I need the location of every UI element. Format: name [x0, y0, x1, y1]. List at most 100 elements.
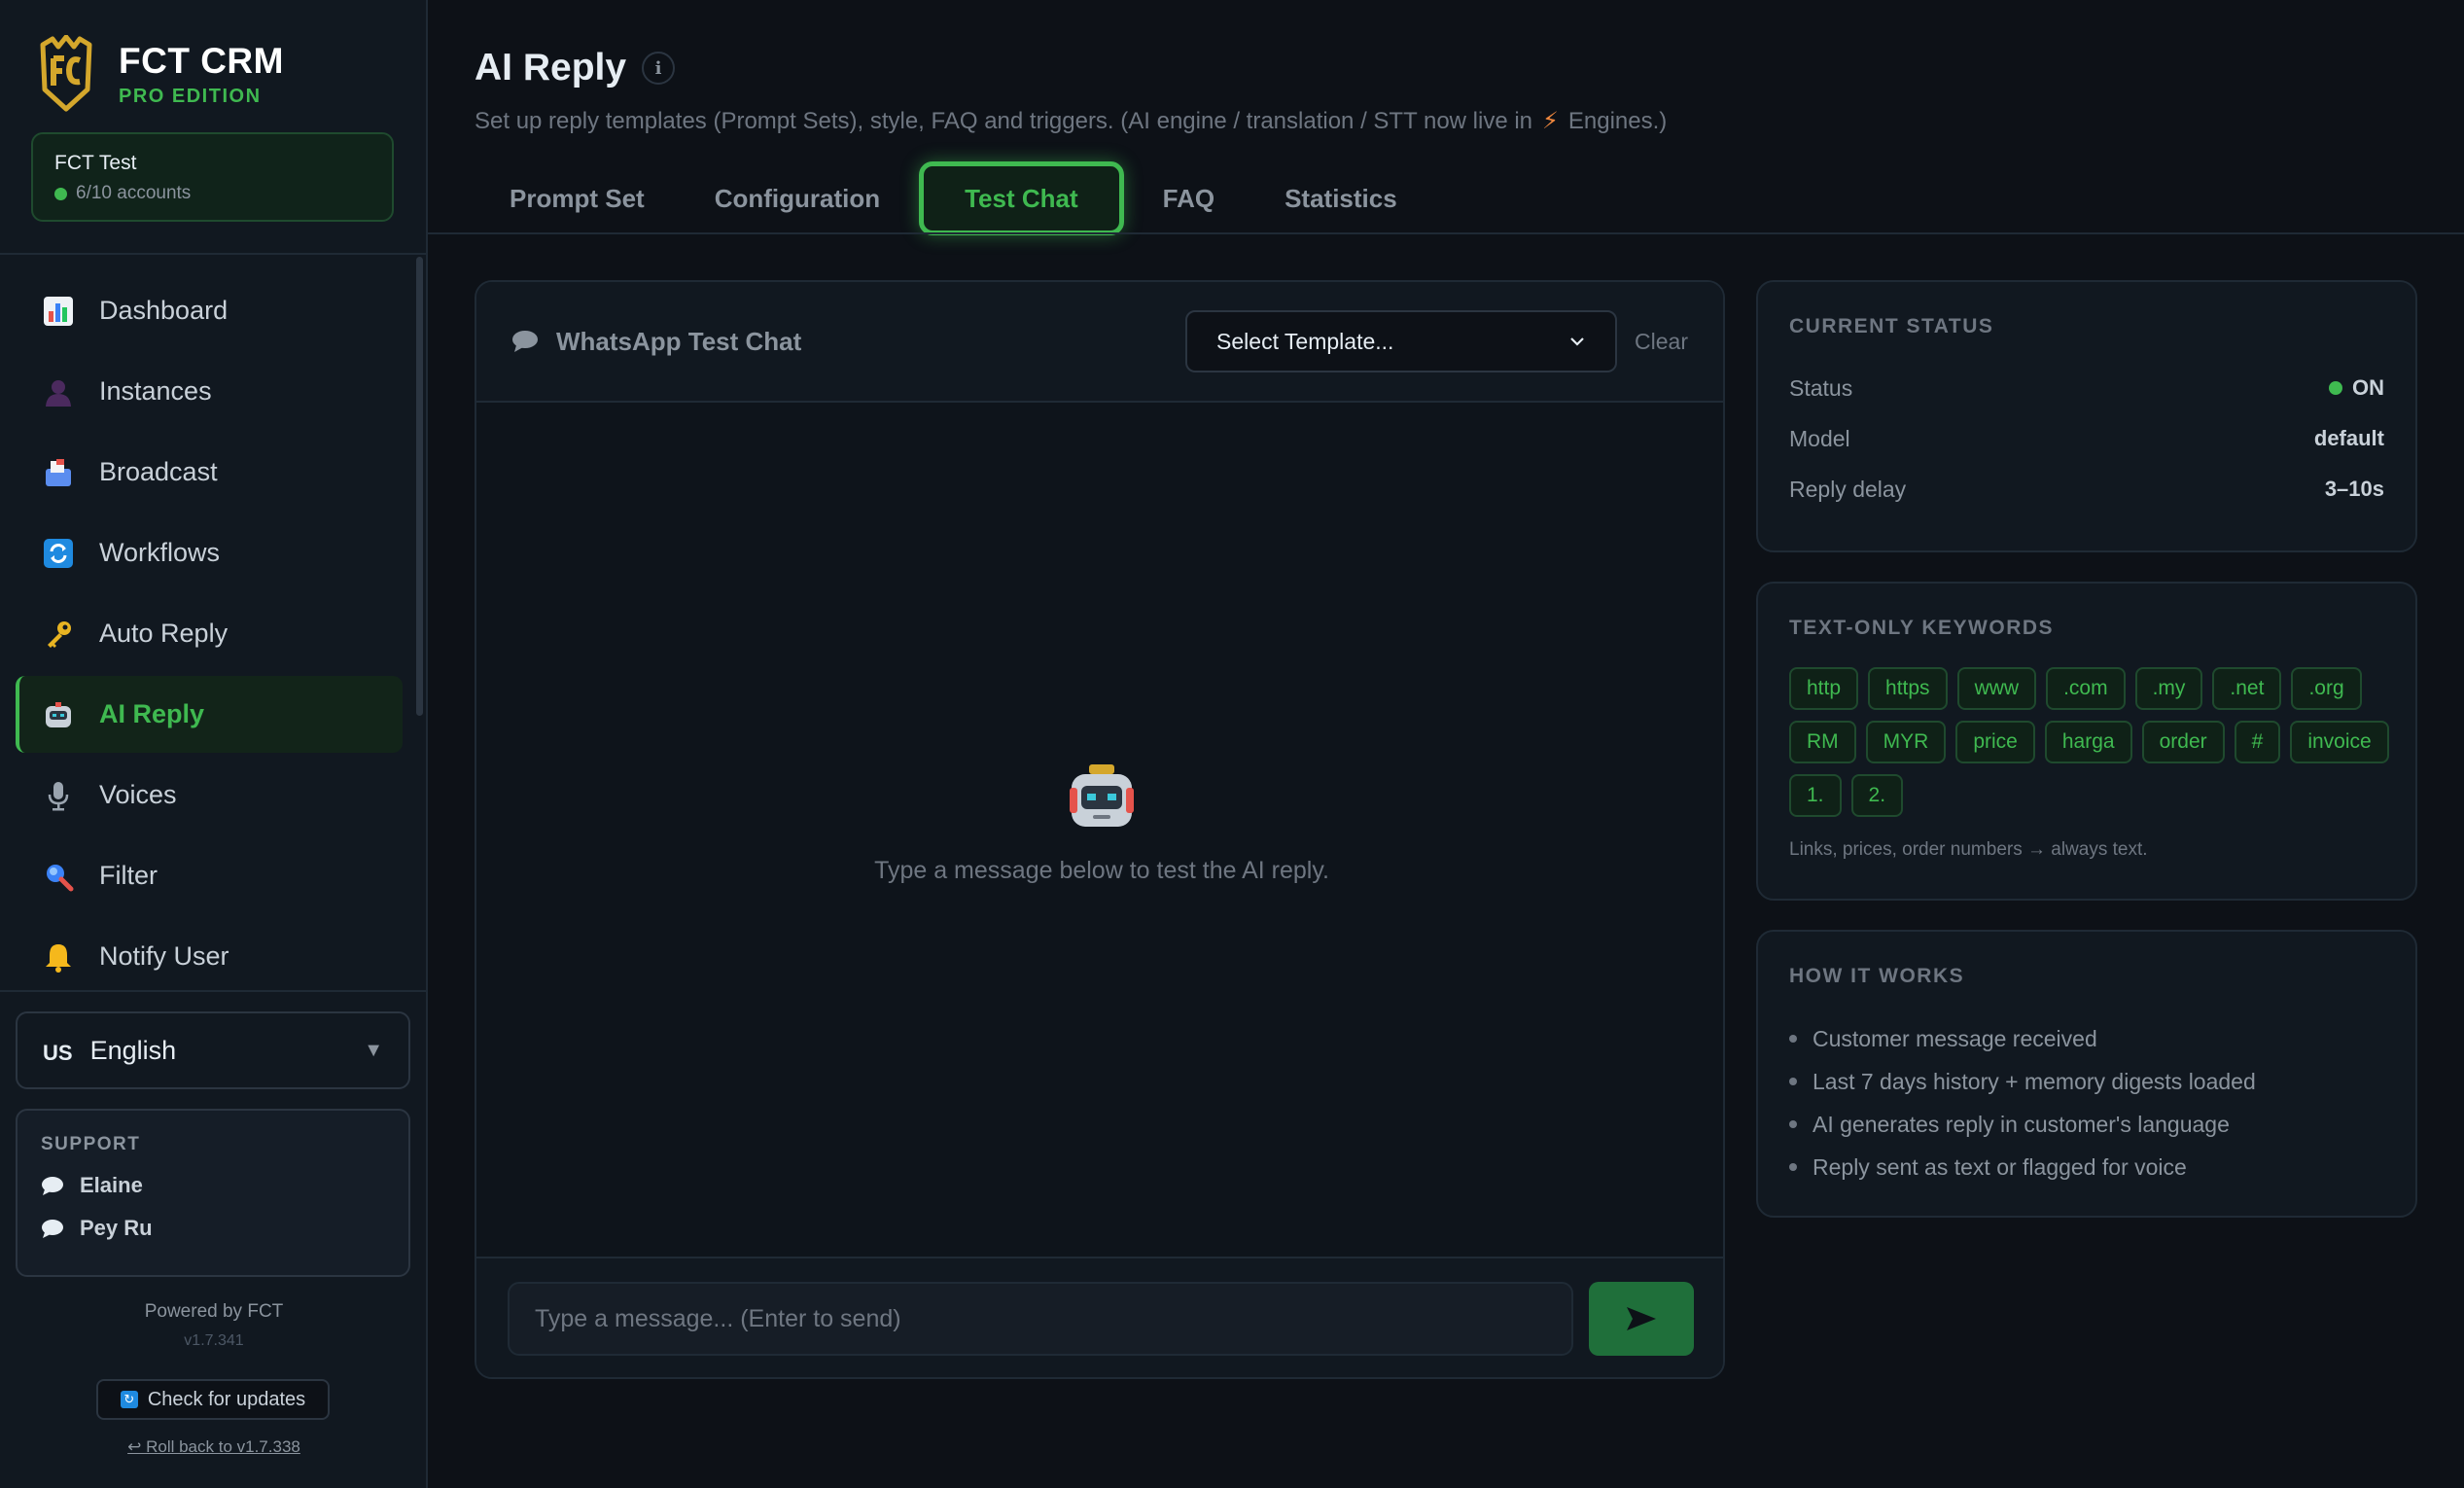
divider: [0, 990, 428, 992]
account-switcher[interactable]: FCT Test 6/10 accounts: [31, 132, 394, 222]
chat-empty-text: Type a message below to test the AI repl…: [874, 857, 1329, 884]
sidebar-item-auto-reply[interactable]: Auto Reply: [16, 595, 403, 672]
tab-statistics[interactable]: Statistics: [1250, 161, 1432, 235]
template-select[interactable]: Select Template...: [1185, 310, 1618, 372]
support-contact-elaine[interactable]: Elaine: [41, 1173, 385, 1198]
how-it-works-card: HOW IT WORKS Customer message received L…: [1756, 930, 2417, 1218]
brand[interactable]: FCT CRM PRO EDITION: [39, 35, 284, 113]
keyword-chip: .net: [2212, 667, 2282, 710]
status-value: default: [2313, 426, 2384, 450]
status-row-reply-delay: Reply delay 3–10s: [1789, 475, 2384, 504]
sidebar-item-dashboard[interactable]: Dashboard: [16, 272, 403, 349]
status-row-status: Status ON: [1789, 373, 2384, 403]
keyword-chip: price: [1955, 721, 2035, 763]
chat-input-bar: [476, 1257, 1723, 1377]
chat-header: WhatsApp Test Chat Select Template... Cl…: [476, 282, 1723, 403]
keyword-chip: harga: [2044, 721, 2132, 763]
sidebar-item-notify-user[interactable]: Notify User: [16, 918, 403, 995]
check-updates-button[interactable]: ↻ Check for updates: [96, 1379, 330, 1420]
account-name: FCT Test: [54, 152, 137, 174]
status-row-model: Model default: [1789, 424, 2384, 453]
subtitle-text: Set up reply templates (Prompt Sets), st…: [475, 108, 1533, 134]
sidebar-item-ai-reply[interactable]: AI Reply: [16, 676, 403, 753]
page-title: AI Reply: [475, 47, 627, 89]
fct-shield-logo-icon: [40, 35, 92, 112]
keyword-chip: invoice: [2290, 721, 2389, 763]
sidebar-item-filter[interactable]: Filter: [16, 837, 403, 914]
current-status-card: CURRENT STATUS Status ON Model default R…: [1756, 280, 2417, 552]
mailbox-icon: [41, 455, 76, 490]
account-count-row: 6/10 accounts: [54, 183, 370, 204]
brand-edition: PRO EDITION: [119, 85, 262, 107]
sidebar: FCT CRM PRO EDITION FCT Test 6/10 accoun…: [0, 0, 428, 1488]
sidebar-item-voices[interactable]: Voices: [16, 757, 403, 833]
keyword-chip: .my: [2134, 667, 2203, 710]
speech-bubble-icon: [42, 1220, 63, 1238]
sidebar-item-label: Workflows: [99, 538, 221, 567]
rollback-link[interactable]: ↩ Roll back to v1.7.338: [0, 1437, 428, 1457]
robot-icon: [1070, 764, 1134, 827]
sidebar-item-label: Notify User: [99, 941, 229, 971]
language-label: English: [89, 1035, 177, 1065]
status-key: Status: [1789, 374, 1853, 401]
support-contact-name: Pey Ru: [80, 1216, 153, 1240]
list-item: AI generates reply in customer's languag…: [1789, 1103, 2384, 1146]
tab-bar: Prompt Set Configuration Test Chat FAQ S…: [475, 161, 1432, 235]
magnifier-icon: [41, 859, 76, 894]
info-icon[interactable]: i: [642, 52, 676, 85]
status-key: Reply delay: [1789, 476, 1907, 502]
refresh-icon: [41, 536, 76, 571]
chat-message-input[interactable]: [508, 1282, 1573, 1356]
send-button[interactable]: [1589, 1282, 1694, 1356]
refresh-icon: ↻: [120, 1391, 138, 1408]
brand-title: FCT CRM: [119, 40, 284, 81]
support-title: SUPPORT: [41, 1134, 141, 1154]
tab-test-chat[interactable]: Test Chat: [919, 161, 1124, 235]
sidebar-item-label: Instances: [99, 376, 212, 406]
speech-bubble-icon: [42, 1177, 63, 1195]
chat-empty-state: Type a message below to test the AI repl…: [476, 762, 1723, 885]
sidebar-item-broadcast[interactable]: Broadcast: [16, 434, 403, 511]
test-chat-panel: WhatsApp Test Chat Select Template... Cl…: [475, 280, 1725, 1379]
sidebar-item-label: Auto Reply: [99, 619, 229, 648]
online-status-icon: [54, 187, 67, 200]
bar-chart-icon: [41, 294, 76, 329]
robot-icon: [41, 697, 76, 732]
tab-prompt-set[interactable]: Prompt Set: [475, 161, 680, 235]
keyword-chip: .org: [2291, 667, 2362, 710]
template-select-value: Select Template...: [1216, 328, 1394, 354]
sidebar-item-label: Voices: [99, 780, 177, 809]
keyword-chip: 2.: [1850, 774, 1904, 817]
support-contact-pey-ru[interactable]: Pey Ru: [41, 1216, 385, 1241]
keyword-chip: 1.: [1789, 774, 1842, 817]
sidebar-item-label: Dashboard: [99, 296, 229, 325]
clear-button[interactable]: Clear: [1635, 329, 1688, 355]
divider: [0, 253, 428, 255]
support-panel: SUPPORT Elaine Pey Ru: [16, 1109, 410, 1277]
account-count: 6/10 accounts: [76, 183, 192, 203]
status-value: 3–10s: [2324, 477, 2384, 501]
keyword-chip: http: [1789, 667, 1859, 710]
status-on-icon: [2329, 381, 2342, 395]
caret-down-icon: ▼: [364, 1039, 383, 1061]
sidebar-item-label: Filter: [99, 861, 158, 890]
keyword-chip: RM: [1789, 721, 1856, 763]
sidebar-item-workflows[interactable]: Workflows: [16, 514, 403, 591]
powered-by: Powered by FCT: [144, 1301, 284, 1322]
sidebar-item-label: AI Reply: [99, 699, 205, 728]
keyword-chip: www: [1956, 667, 2037, 710]
language-select[interactable]: US English ▼: [16, 1011, 410, 1089]
support-contact-name: Elaine: [80, 1173, 143, 1197]
keyword-chip: #: [2234, 721, 2281, 763]
check-updates-label: Check for updates: [147, 1388, 306, 1410]
chevron-down-icon: [1570, 337, 1584, 346]
subtitle-engines-text: Engines.): [1567, 108, 1668, 134]
tab-configuration[interactable]: Configuration: [680, 161, 915, 235]
sidebar-scrollbar[interactable]: [416, 257, 423, 716]
sidebar-item-instances[interactable]: Instances: [16, 353, 403, 430]
status-key: Model: [1789, 425, 1850, 451]
tab-divider: [428, 232, 2464, 234]
microphone-icon: [41, 778, 76, 813]
tab-faq[interactable]: FAQ: [1128, 161, 1250, 235]
list-item: Customer message received: [1789, 1017, 2384, 1060]
